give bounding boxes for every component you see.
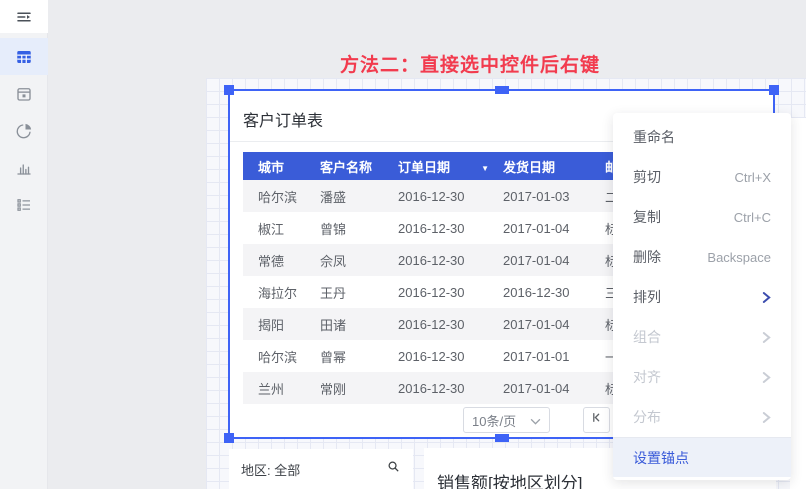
menu-item-label: 复制: [633, 207, 661, 227]
cell-ship-date: 2017-01-03: [503, 189, 605, 204]
first-page-button[interactable]: [583, 407, 610, 433]
cell-city: 常德: [258, 251, 320, 270]
submenu-arrow-icon: [762, 371, 771, 384]
cell-customer: 曾锦: [320, 219, 398, 238]
cell-ship-date: 2017-01-04: [503, 381, 605, 396]
menu-item-cut[interactable]: 剪切 Ctrl+X: [613, 157, 791, 197]
page-title: 方法二：直接选中控件后右键: [240, 50, 700, 77]
collapse-menu-icon: [15, 8, 33, 26]
menu-item-rename[interactable]: 重命名: [613, 117, 791, 157]
cell-city: 哈尔滨: [258, 347, 320, 366]
pie-chart-icon: [15, 122, 33, 140]
column-header-ship-date[interactable]: 发货日期: [503, 157, 605, 176]
sidebar-nav: [0, 38, 47, 223]
page-size-select[interactable]: 10条/页: [463, 407, 550, 433]
cell-city: 揭阳: [258, 315, 320, 334]
menu-item-label: 设置锚点: [633, 448, 689, 468]
chart-title: 销售额[按地区划分]: [437, 469, 582, 489]
sidebar-item-list[interactable]: [0, 186, 48, 223]
menu-item-group[interactable]: 组合: [613, 317, 791, 357]
column-header-city[interactable]: 城市: [258, 157, 320, 176]
cell-customer: 常刚: [320, 379, 398, 398]
menu-item-label: 组合: [633, 327, 661, 347]
table-icon: [15, 48, 33, 66]
sidebar-item-calendar[interactable]: [0, 75, 48, 112]
sidebar-item-collapse[interactable]: [0, 0, 48, 33]
submenu-arrow-icon: [762, 291, 771, 304]
cell-city: 哈尔滨: [258, 187, 320, 206]
menu-item-label: 删除: [633, 247, 661, 267]
cell-customer: 王丹: [320, 283, 398, 302]
cell-ship-date: 2017-01-04: [503, 317, 605, 332]
chevron-down-icon: [530, 413, 541, 428]
cell-customer: 曾幂: [320, 347, 398, 366]
menu-item-label: 重命名: [633, 127, 675, 147]
menu-item-delete[interactable]: 删除 Backspace: [613, 237, 791, 277]
submenu-arrow-icon: [762, 411, 771, 424]
sort-desc-icon[interactable]: [481, 159, 489, 174]
menu-item-shortcut: Backspace: [707, 250, 771, 265]
page-size-value: 10条/页: [472, 411, 516, 430]
cell-order-date: 2016-12-30: [398, 253, 503, 268]
menu-item-align[interactable]: 对齐: [613, 357, 791, 397]
cell-order-date: 2016-12-30: [398, 349, 503, 364]
sidebar-item-table[interactable]: [0, 38, 48, 75]
cell-order-date: 2016-12-30: [398, 381, 503, 396]
cell-city: 兰州: [258, 379, 320, 398]
cell-customer: 田诸: [320, 315, 398, 334]
column-header-customer[interactable]: 客户名称: [320, 157, 398, 176]
cell-customer: 潘盛: [320, 187, 398, 206]
sidebar-item-bar-chart[interactable]: [0, 149, 48, 186]
menu-item-label: 对齐: [633, 367, 661, 387]
cell-customer: 佘凤: [320, 251, 398, 270]
cell-ship-date: 2017-01-01: [503, 349, 605, 364]
region-filter-widget[interactable]: 地区: 全部: [229, 449, 413, 489]
submenu-arrow-icon: [762, 331, 771, 344]
cell-city: 椒江: [258, 219, 320, 238]
menu-item-label: 剪切: [633, 167, 661, 187]
menu-item-arrange[interactable]: 排列: [613, 277, 791, 317]
cell-city: 海拉尔: [258, 283, 320, 302]
cell-ship-date: 2016-12-30: [503, 285, 605, 300]
sidebar-item-pie-chart[interactable]: [0, 112, 48, 149]
cell-order-date: 2016-12-30: [398, 221, 503, 236]
list-icon: [15, 196, 33, 214]
search-icon[interactable]: [386, 459, 401, 479]
menu-item-distribute[interactable]: 分布: [613, 397, 791, 437]
menu-item-set-anchor[interactable]: 设置锚点: [613, 437, 791, 477]
calendar-icon: [15, 85, 33, 103]
bar-chart-icon: [15, 159, 33, 177]
column-header-order-date[interactable]: 订单日期: [398, 157, 503, 176]
context-menu: 重命名 剪切 Ctrl+X 复制 Ctrl+C 删除 Backspace 排列 …: [613, 113, 791, 480]
cell-order-date: 2016-12-30: [398, 189, 503, 204]
cell-order-date: 2016-12-30: [398, 285, 503, 300]
cell-ship-date: 2017-01-04: [503, 221, 605, 236]
first-page-icon: [590, 411, 603, 429]
cell-ship-date: 2017-01-04: [503, 253, 605, 268]
filter-label: 地区: 全部: [241, 460, 300, 479]
menu-item-label: 分布: [633, 407, 661, 427]
menu-item-shortcut: Ctrl+C: [734, 210, 771, 225]
menu-item-shortcut: Ctrl+X: [735, 170, 771, 185]
sidebar: [0, 0, 48, 489]
menu-item-copy[interactable]: 复制 Ctrl+C: [613, 197, 791, 237]
partial-widget-right: [790, 118, 806, 489]
menu-item-label: 排列: [633, 287, 661, 307]
column-header-label: 订单日期: [398, 157, 450, 176]
cell-order-date: 2016-12-30: [398, 317, 503, 332]
